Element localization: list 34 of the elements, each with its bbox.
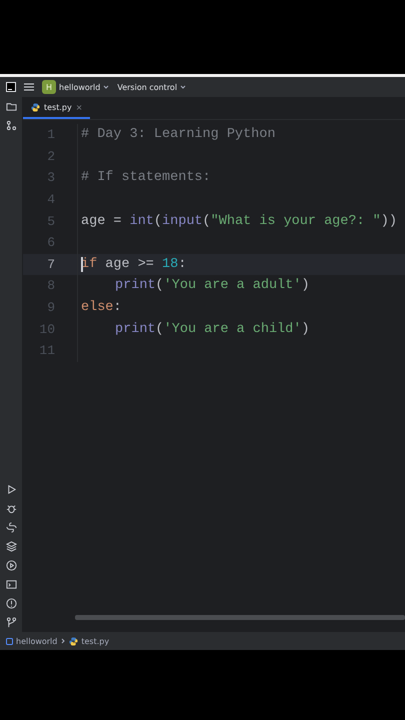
line-number: 7 [46, 256, 56, 272]
app-logo-icon [6, 82, 16, 92]
close-icon[interactable]: × [76, 102, 82, 112]
breadcrumb-item[interactable]: helloworld [6, 636, 58, 646]
project-selector[interactable]: H helloworld [42, 80, 110, 94]
python-icon [31, 102, 40, 112]
code-line: # If statements: [81, 170, 211, 186]
git-branch-icon[interactable] [6, 617, 16, 628]
code-line: print('You are a adult') [115, 278, 310, 294]
text-cursor [81, 256, 82, 272]
code-line: print('You are a child') [115, 322, 310, 337]
terminal-icon[interactable] [6, 579, 16, 590]
chevron-right-icon [61, 638, 66, 644]
run-icon[interactable] [6, 484, 16, 495]
horizontal-scrollbar[interactable] [75, 615, 405, 620]
chevron-down-icon [180, 85, 186, 89]
code-line: # Day 3: Learning Python [81, 127, 276, 142]
alert-icon[interactable] [6, 598, 16, 609]
chevron-down-icon [103, 85, 110, 89]
editor-tab[interactable]: test.py × [23, 97, 90, 119]
bug-icon[interactable] [6, 503, 16, 514]
structure-icon[interactable] [6, 120, 16, 131]
breadcrumb-item[interactable]: test.py [69, 636, 110, 646]
code-line: if age >= 18: [81, 256, 186, 272]
folder-icon[interactable] [6, 101, 16, 112]
menu-icon[interactable] [24, 83, 34, 91]
python-console-icon[interactable] [6, 522, 16, 533]
module-icon [6, 638, 13, 644]
code-line: else: [81, 300, 122, 316]
play-circle-icon[interactable] [6, 560, 16, 571]
version-control-menu[interactable]: Version control [117, 82, 186, 92]
layers-icon[interactable] [6, 541, 16, 552]
code-line: age = int(input("What is your age?: ")) [81, 214, 397, 229]
python-icon [69, 636, 78, 646]
